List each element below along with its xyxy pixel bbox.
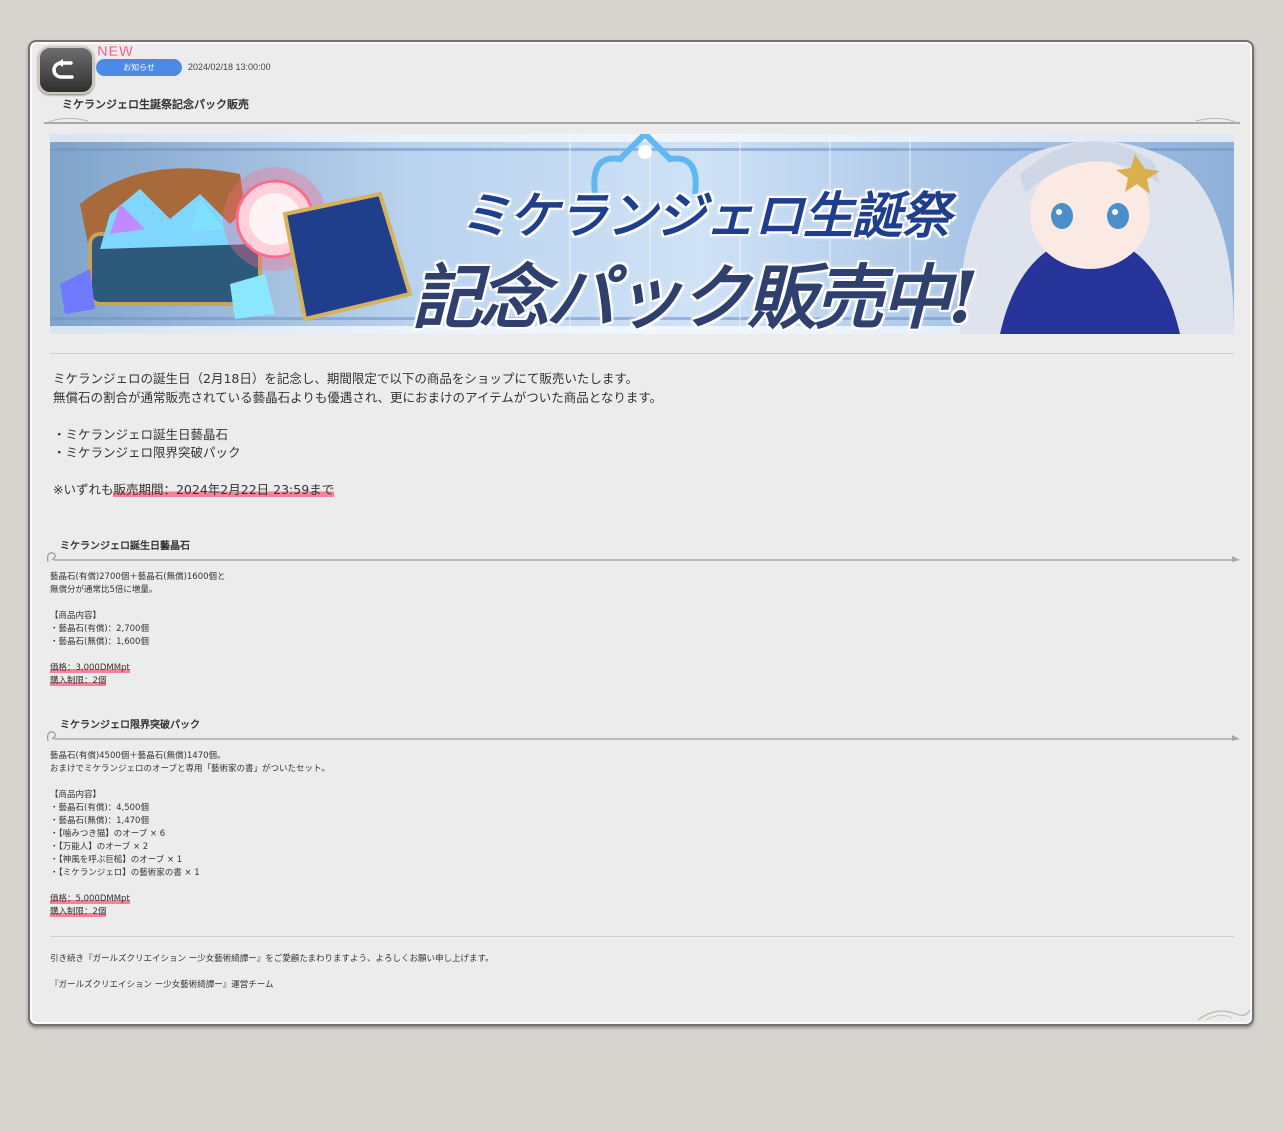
- back-button[interactable]: [38, 46, 94, 94]
- section-divider: [46, 552, 1240, 563]
- new-label: NEW: [97, 43, 134, 60]
- desc-line: 藝晶石(有償)2700個＋藝晶石(無償)1600個と: [50, 572, 226, 582]
- event-banner: ミケランジェロ生誕祭 記念パック販売中!: [50, 134, 1234, 334]
- intro-line: ミケランジェロの誕生日（2月18日）を記念し、期間限定で以下の商品をショップにて…: [53, 371, 639, 386]
- sale-period-note: ※いずれも販売期間：2024年2月22日 23:59まで: [53, 481, 662, 500]
- purchase-limit: 購入制限：2個: [50, 907, 107, 917]
- contents-item: ・【ミケランジェロ】の藝術家の書 × 1: [50, 868, 200, 878]
- contents-item: ・【神風を呼ぶ巨槌】のオーブ × 1: [50, 855, 183, 865]
- intro-line: 無償石の割合が通常販売されている藝晶石よりも優遇され、更におまけのアイテムがつい…: [53, 389, 663, 405]
- price: 価格：3,000DMMpt: [50, 663, 130, 673]
- desc-line: おまけでミケランジェロのオーブと専用「藝術家の書」がついたセット。: [50, 764, 330, 774]
- contents-header: 【商品内容】: [50, 611, 102, 621]
- footer: 引き続き『ガールズクリエイション ー少女藝術綺譚ー』をご愛顧たまわりますよう、よ…: [50, 953, 494, 992]
- category-badge: お知らせ: [96, 59, 182, 76]
- note-prefix: ※いずれも: [53, 482, 114, 497]
- contents-item: ・藝晶石(無償)：1,600個: [50, 637, 149, 647]
- footer-line: 引き続き『ガールズクリエイション ー少女藝術綺譚ー』をご愛顧たまわりますよう、よ…: [50, 954, 494, 964]
- divider: [50, 936, 1234, 937]
- desc-line: 藝晶石(有償)4500個＋藝晶石(無償)1470個。: [50, 751, 226, 761]
- contents-item: ・【噛みつき猫】のオーブ × 6: [50, 829, 166, 839]
- contents-item: ・藝晶石(無償)：1,470個: [50, 816, 149, 826]
- section-body: 藝晶石(有償)4500個＋藝晶石(無償)1470個。 おまけでミケランジェロのオ…: [50, 750, 330, 919]
- section-body: 藝晶石(有償)2700個＋藝晶石(無償)1600個と 無償分が通常比5倍に増量。…: [50, 571, 226, 688]
- banner-title-line1: ミケランジェロ生誕祭: [460, 186, 951, 245]
- banner-title-line2: 記念パック販売中!: [412, 256, 979, 334]
- title-divider: [44, 117, 1240, 124]
- sale-period-highlight: 販売期間：2024年2月22日 23:59まで: [113, 482, 335, 497]
- desc-line: 無償分が通常比5倍に増量。: [50, 585, 158, 595]
- contents-item: ・藝晶石(有償)：2,700個: [50, 624, 149, 634]
- contents-header: 【商品内容】: [50, 790, 102, 800]
- intro-item: ・ミケランジェロ限界突破パック: [53, 445, 241, 460]
- price: 価格：5,000DMMpt: [50, 894, 130, 904]
- purchase-limit: 購入制限：2個: [50, 676, 107, 686]
- divider: [50, 353, 1234, 354]
- footer-signature: 『ガールズクリエイション ー少女藝術綺譚ー』運営チーム: [50, 980, 274, 990]
- intro-text: ミケランジェロの誕生日（2月18日）を記念し、期間限定で以下の商品をショップにて…: [53, 370, 662, 500]
- page-title: ミケランジェロ生誕祭記念パック販売: [62, 98, 249, 111]
- contents-item: ・【万能人】のオーブ × 2: [50, 842, 149, 852]
- post-date: 2024/02/18 13:00:00: [188, 62, 271, 72]
- intro-item: ・ミケランジェロ誕生日藝晶石: [53, 426, 229, 442]
- back-arrow-icon: [52, 59, 74, 79]
- section-divider: [46, 731, 1240, 742]
- contents-item: ・藝晶石(有償)：4,500個: [50, 803, 149, 813]
- corner-ornament: [1197, 1009, 1251, 1021]
